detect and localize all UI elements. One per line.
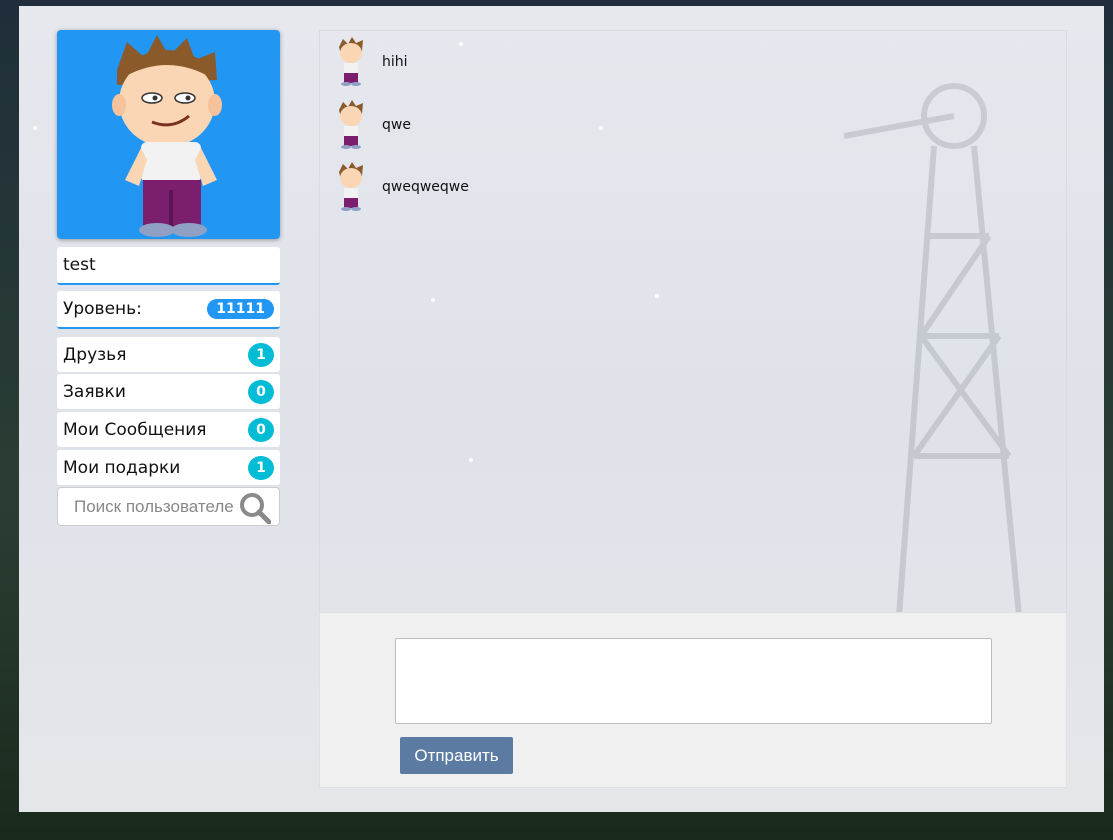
username: test: [63, 255, 96, 275]
search-input[interactable]: [72, 495, 236, 518]
send-button[interactable]: Отправить: [400, 737, 513, 774]
list-item: hihi: [334, 37, 408, 87]
avatar: [339, 37, 363, 86]
level-card: Уровень: 11111: [57, 291, 280, 329]
message-text: qweqweqwe: [382, 179, 469, 195]
message-compose: Отправить: [319, 612, 1067, 788]
menu-item-label: Мои Сообщения: [63, 419, 207, 440]
menu-item-gifts[interactable]: Мои подарки 1: [57, 450, 280, 485]
level-label: Уровень:: [63, 299, 142, 319]
menu-item-requests[interactable]: Заявки 0: [57, 374, 280, 409]
menu-item-label: Мои подарки: [63, 457, 181, 478]
level-badge: 11111: [207, 299, 274, 319]
menu-item-friends[interactable]: Друзья 1: [57, 337, 280, 372]
cartoon-boy-image: [112, 35, 222, 237]
count-badge: 1: [248, 342, 274, 367]
username-card: test: [57, 247, 280, 285]
search-icon[interactable]: [239, 492, 272, 528]
menu-item-label: Друзья: [63, 344, 127, 365]
list-item: qweqweqwe: [334, 162, 469, 212]
avatar: [339, 162, 363, 211]
list-item: qwe: [334, 100, 411, 150]
user-search: [57, 487, 280, 526]
count-badge: 0: [248, 417, 274, 442]
menu-item-messages[interactable]: Мои Сообщения 0: [57, 412, 280, 447]
chat-messages: hihi qwe qweqweqwe: [319, 30, 1067, 612]
menu-item-label: Заявки: [63, 381, 126, 402]
count-badge: 0: [248, 379, 274, 404]
count-badge: 1: [248, 455, 274, 480]
sparkle: [33, 126, 37, 130]
message-text: qwe: [382, 117, 411, 133]
profile-avatar[interactable]: [57, 30, 280, 239]
message-input[interactable]: [395, 638, 992, 724]
message-text: hihi: [382, 54, 408, 70]
avatar: [339, 100, 363, 149]
